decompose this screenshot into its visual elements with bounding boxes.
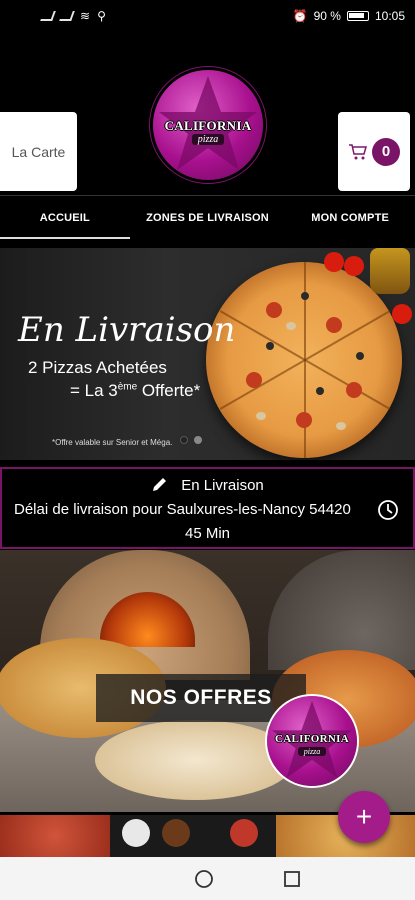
clock-icon: [378, 500, 398, 520]
banner-title: En Livraison: [18, 310, 236, 350]
signal-icon-2: [59, 11, 75, 21]
promo-banner[interactable]: En Livraison 2 Pizzas Achetées = La 3ème…: [0, 248, 415, 460]
usb-icon: ⚲: [97, 9, 106, 23]
logo-text: CALIFORNIA: [275, 733, 349, 745]
offers-section[interactable]: NOS OFFRES CALIFORNIA pizza: [0, 550, 415, 812]
oil-bottle-image: [370, 248, 410, 294]
cart-button[interactable]: 0: [338, 112, 410, 191]
california-pizza-logo: CALIFORNIA pizza: [153, 70, 263, 180]
banner-note: *Offre valable sur Senior et Méga.: [52, 438, 173, 447]
delivery-mode: En Livraison: [181, 477, 264, 494]
delivery-duration: 45 Min: [184, 525, 231, 542]
alarm-icon: ⏰: [292, 9, 308, 23]
tab-accueil[interactable]: ACCUEIL: [0, 196, 130, 239]
carousel-dot[interactable]: [194, 436, 202, 444]
cart-count-badge: 0: [372, 137, 400, 166]
tab-zones-de-livraison[interactable]: ZONES DE LIVRAISON: [130, 196, 286, 239]
wifi-icon: ≋: [80, 9, 91, 23]
logo-sub: pizza: [267, 747, 357, 756]
logo-text: CALIFORNIA: [164, 118, 252, 133]
system-nav-bar: [0, 857, 415, 900]
signal-icon: [40, 11, 56, 21]
carousel-dot[interactable]: [180, 436, 188, 444]
pizza-thumb: [0, 815, 110, 857]
ingredients-thumb: [110, 815, 276, 857]
banner-line1: 2 Pizzas Achetées: [28, 358, 167, 377]
back-icon[interactable]: [114, 871, 126, 887]
pizza-image-2: [95, 720, 295, 800]
la-carte-button[interactable]: La Carte: [0, 112, 77, 191]
status-left-icons: ≋ ⚲: [40, 9, 106, 23]
status-bar: ≋ ⚲ ⏰ 90 % 10:05: [0, 0, 415, 32]
clock-time: 10:05: [374, 9, 405, 23]
delivery-mode-row: En Livraison: [2, 475, 413, 494]
battery-icon: [346, 11, 369, 21]
delivery-delay: Délai de livraison pour Saulxures-les-Na…: [14, 501, 351, 518]
logo-sub: pizza: [153, 134, 263, 145]
california-pizza-logo-small: CALIFORNIA pizza: [267, 696, 357, 786]
main-tabs: ACCUEIL ZONES DE LIVRAISON MON COMPTE: [0, 195, 415, 239]
cart-icon: [349, 143, 367, 159]
delivery-info[interactable]: En Livraison Délai de livraison pour Sau…: [0, 467, 415, 549]
add-fab-button[interactable]: +: [338, 791, 390, 843]
tab-mon-compte[interactable]: MON COMPTE: [285, 196, 415, 239]
home-icon[interactable]: [194, 869, 214, 889]
status-right: ⏰ 90 % 10:05: [293, 9, 405, 23]
app-header: La Carte CALIFORNIA pizza 0: [0, 32, 415, 194]
battery-percent: 90 %: [313, 9, 341, 23]
recent-apps-icon[interactable]: [283, 870, 301, 888]
pencil-icon: [153, 478, 167, 491]
banner-line2: = La 3ème Offerte*: [70, 381, 201, 400]
carousel-dots[interactable]: [180, 436, 202, 444]
